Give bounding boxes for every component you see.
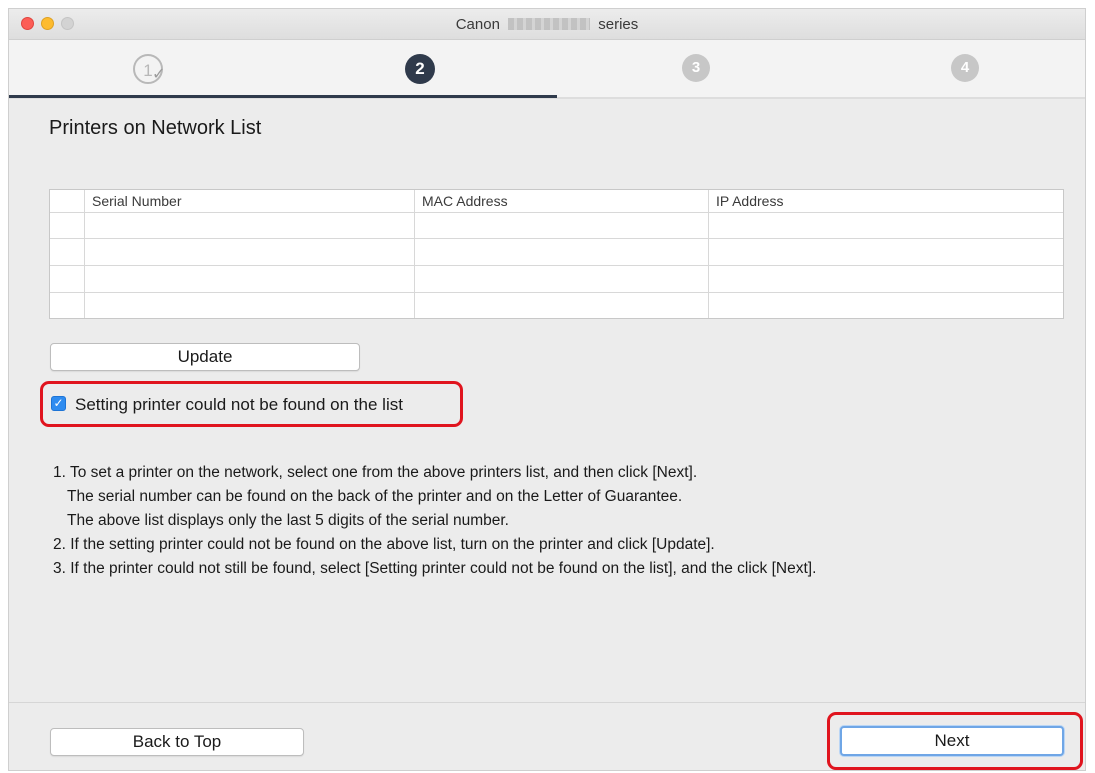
footer-divider xyxy=(9,702,1085,703)
step-indicator: 1 ✓ 2 3 4 xyxy=(9,40,1085,99)
instruction-line: 2. If the setting printer could not be f… xyxy=(53,536,715,553)
table-row xyxy=(50,266,1063,293)
printers-table[interactable]: Serial Number MAC Address IP Address xyxy=(49,189,1064,319)
instruction-line: 3. If the printer could not still be fou… xyxy=(53,560,817,577)
checkmark-icon: ✓ xyxy=(152,66,166,83)
page-title: Printers on Network List xyxy=(49,117,262,139)
table-row xyxy=(50,239,1063,266)
column-header-serial-number[interactable]: Serial Number xyxy=(92,193,181,209)
update-button[interactable]: Update xyxy=(50,343,360,371)
printer-not-found-label[interactable]: Setting printer could not be found on th… xyxy=(75,395,403,415)
step-1-completed: 1 ✓ xyxy=(133,54,165,84)
title-bar: Canon series xyxy=(9,9,1085,40)
back-to-top-button[interactable]: Back to Top xyxy=(50,728,304,756)
table-row xyxy=(50,293,1063,319)
table-row xyxy=(50,212,1063,239)
installer-window: Canon series 1 ✓ 2 3 4 Printers on Netwo… xyxy=(8,8,1086,771)
step-4-pending: 4 xyxy=(951,54,979,82)
model-name-redacted xyxy=(508,18,591,30)
step-2-current: 2 xyxy=(405,54,435,84)
instruction-line: 1. To set a printer on the network, sele… xyxy=(53,464,698,481)
window-title-brand: Canon xyxy=(455,16,500,33)
step-progress-line xyxy=(9,95,557,98)
window-title: Canon series xyxy=(9,16,1085,33)
next-button[interactable]: Next xyxy=(840,726,1064,756)
instruction-line: The above list displays only the last 5 … xyxy=(67,512,509,529)
column-header-mac-address[interactable]: MAC Address xyxy=(422,193,508,209)
instruction-line: The serial number can be found on the ba… xyxy=(67,488,683,505)
table-header: Serial Number MAC Address IP Address xyxy=(50,190,1063,213)
column-header-ip-address[interactable]: IP Address xyxy=(716,193,783,209)
instructions-text: 1. To set a printer on the network, sele… xyxy=(53,461,816,581)
window-title-series: series xyxy=(598,16,639,33)
printer-not-found-checkbox[interactable]: ✓ xyxy=(51,396,66,411)
step-3-pending: 3 xyxy=(682,54,710,82)
